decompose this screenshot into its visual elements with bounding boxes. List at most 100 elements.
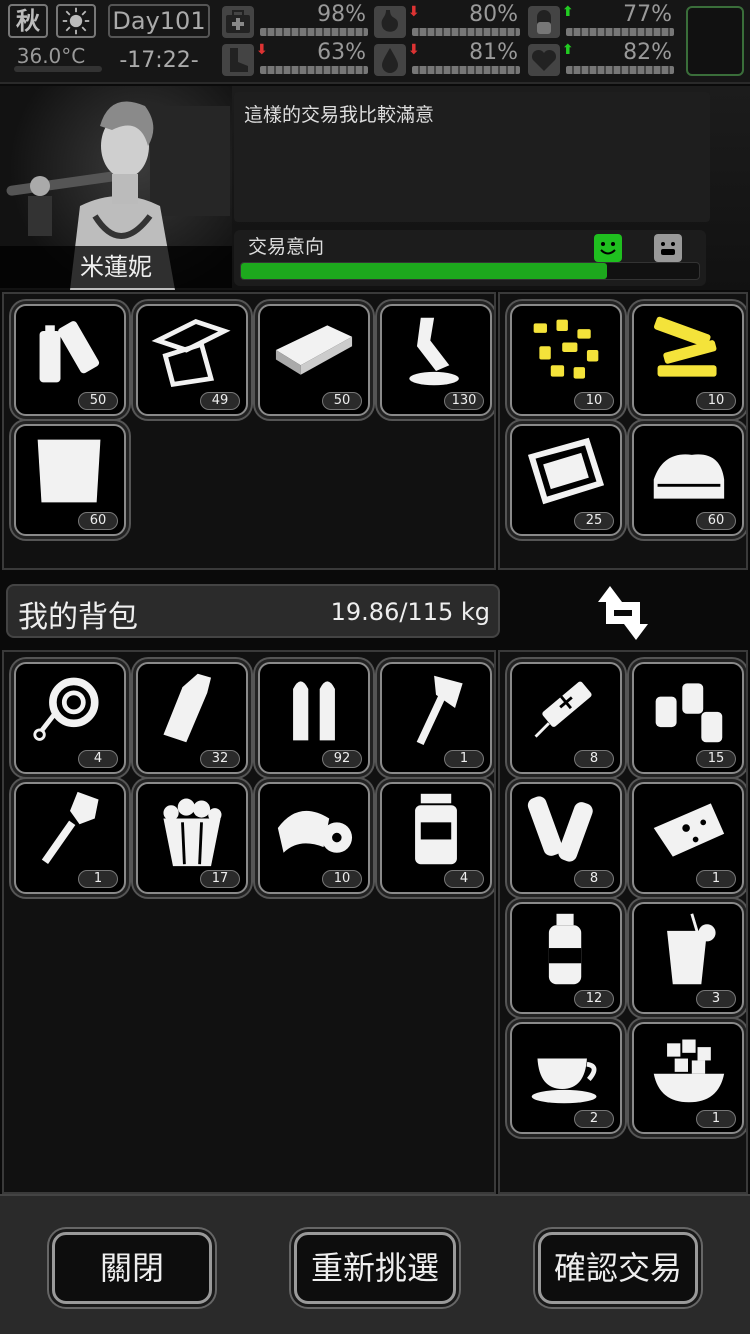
stamina-trend-down-icon: ⬇ [256,42,268,58]
item-slot[interactable]: 130 [380,304,492,416]
item-slot[interactable]: 8 [510,782,622,894]
stamina-bar [260,66,368,74]
menu-slot[interactable] [686,6,744,76]
happy-face-icon [594,234,622,262]
temperature-bar [14,66,102,72]
item-slot[interactable]: 10 [510,304,622,416]
item-count: 8 [574,870,614,888]
pill-icon [528,6,560,38]
item-count: 50 [78,392,118,410]
trader-name: 米蓮妮 [0,246,232,288]
health-percent: 98% [317,2,366,27]
close-button[interactable]: 關閉 [52,1232,212,1304]
item-slot[interactable]: 4 [380,782,492,894]
mood-trend-up-icon: ⬆ [562,42,574,58]
health-bar [260,28,368,36]
trader-dialog: 這樣的交易我比較滿意 [234,92,710,222]
item-slot[interactable]: 1 [14,782,126,894]
item-slot[interactable]: 10 [632,304,744,416]
trade-intent: 交易意向 [234,230,706,286]
item-count: 4 [78,750,118,768]
item-slot[interactable]: 49 [136,304,248,416]
stat-mood: ⬆ 82% [528,40,676,76]
item-slot[interactable]: 15 [632,662,744,774]
action-bar: 關閉 重新挑選 確認交易 [0,1194,750,1334]
item-count: 1 [78,870,118,888]
item-count: 10 [574,392,614,410]
hunger-percent: 80% [469,2,518,27]
item-count: 10 [322,870,362,888]
hunger-trend-down-icon: ⬇ [408,4,420,20]
item-count: 50 [322,392,362,410]
sun-icon [56,4,96,38]
backpack-weight: 19.86/115 kg [330,598,490,626]
game-clock: -17:22- [119,48,199,73]
mood-percent: 82% [623,40,672,65]
item-count: 49 [200,392,240,410]
item-slot[interactable]: 4 [14,662,126,774]
item-slot[interactable]: 17 [136,782,248,894]
reselect-button[interactable]: 重新挑選 [294,1232,456,1304]
item-slot[interactable]: 25 [510,424,622,536]
item-slot[interactable]: 2 [510,1022,622,1134]
boot-icon [222,44,254,76]
trade-intent-bar [240,262,700,280]
backpack-offer-panel: 4 32 92 1 1 17 10 4 [2,650,496,1194]
stat-hunger: ⬇ 80% [374,2,522,38]
stat-thirst: ⬇ 81% [374,40,522,76]
sleep-bar [566,28,674,36]
medkit-icon [222,6,254,38]
water-drop-icon [374,44,406,76]
stat-health: 98% [222,2,370,38]
item-slot[interactable]: 8 [510,662,622,774]
day-counter: Day101 [108,4,210,38]
item-slot[interactable]: 50 [258,304,370,416]
trader-portrait: 米蓮妮 [0,86,232,290]
item-slot[interactable]: 50 [14,304,126,416]
status-bar: 秋 36.0°C Day101 -17:22- 98% ⬇ 80% ⬆ 77% … [0,0,750,84]
item-count: 8 [574,750,614,768]
thirst-bar [412,66,520,74]
temperature: 36.0°C [6,42,102,76]
item-slot[interactable]: 3 [632,902,744,1014]
item-count: 1 [696,870,736,888]
hunger-bar [412,28,520,36]
item-count: 3 [696,990,736,1008]
heart-icon [528,44,560,76]
item-slot[interactable]: 1 [632,782,744,894]
item-count: 25 [574,512,614,530]
swap-icon[interactable] [588,580,658,646]
season-indicator: 秋 [8,4,48,38]
confirm-trade-button[interactable]: 確認交易 [538,1232,698,1304]
item-count: 32 [200,750,240,768]
item-slot[interactable]: 1 [380,662,492,774]
sleep-percent: 77% [623,2,672,27]
item-count: 15 [696,750,736,768]
item-slot[interactable]: 60 [632,424,744,536]
thirst-trend-down-icon: ⬇ [408,42,420,58]
item-count: 1 [696,1110,736,1128]
item-slot[interactable]: 60 [14,424,126,536]
trader-inventory-panel: 10 10 25 60 [498,292,748,570]
sleep-trend-up-icon: ⬆ [562,4,574,20]
backpack-title: 我的背包 [18,600,138,635]
item-count: 12 [574,990,614,1008]
item-slot[interactable]: 32 [136,662,248,774]
item-slot[interactable]: 12 [510,902,622,1014]
trader-header: 米蓮妮 這樣的交易我比較滿意 交易意向 [0,86,750,290]
item-count: 130 [444,392,484,410]
item-slot[interactable]: 92 [258,662,370,774]
item-count: 2 [574,1110,614,1128]
item-count: 60 [696,512,736,530]
item-slot[interactable]: 10 [258,782,370,894]
trade-intent-fill [241,263,608,279]
stamina-percent: 63% [317,40,366,65]
item-count: 17 [200,870,240,888]
item-slot[interactable]: 1 [632,1022,744,1134]
item-count: 60 [78,512,118,530]
stat-stamina: ⬇ 63% [222,40,370,76]
temperature-value: 36.0°C [16,44,86,68]
stomach-icon [374,6,406,38]
item-count: 10 [696,392,736,410]
item-count: 4 [444,870,484,888]
